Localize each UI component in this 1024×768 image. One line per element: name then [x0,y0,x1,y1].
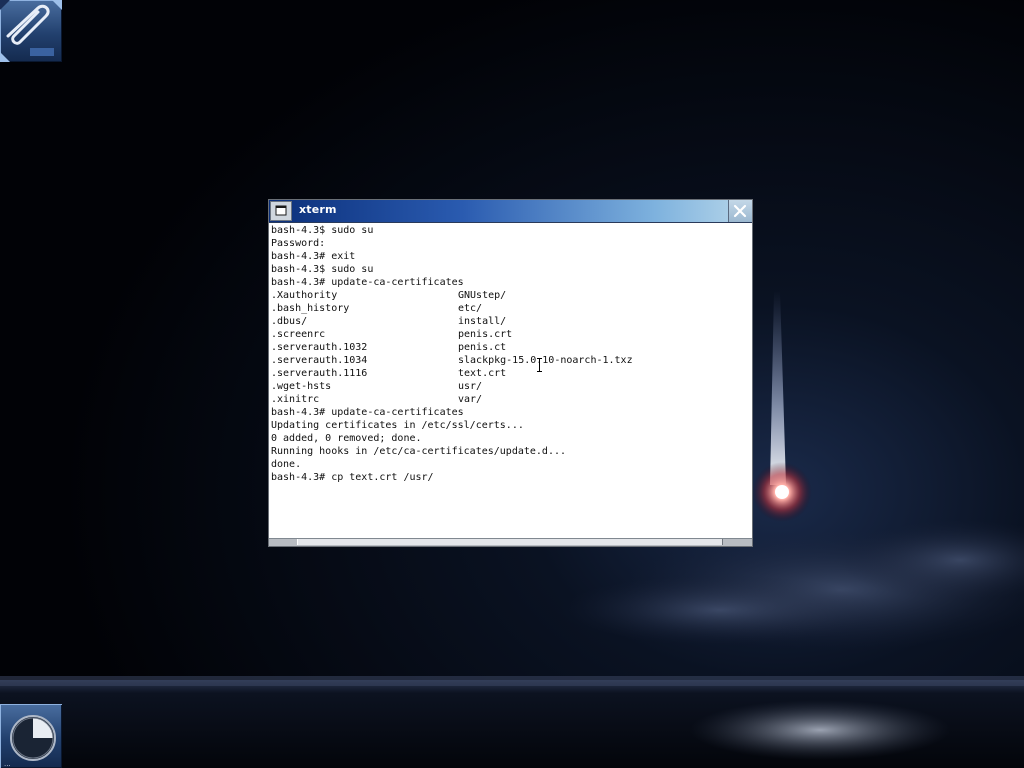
listing-entry: .serverauth.1032 [271,342,368,353]
xterm-window[interactable]: xterm bash-4.3$ sudo su Password: bash-4… [268,199,753,547]
terminal-line: Running hooks in /etc/ca-certificates/up… [271,446,567,457]
listing-entry: .dbus/ [271,316,308,327]
listing-entry: .serverauth.1116 [271,368,368,379]
terminal-line: bash-4.3# exit [271,251,356,262]
terminal-line: 0 added, 0 removed; done. [271,433,422,444]
listing-entry: var/ [458,394,483,405]
mail-icon [0,0,62,62]
window-titlebar[interactable]: xterm [269,200,752,223]
close-icon [733,204,747,218]
terminal-line: bash-4.3$ sudo su [271,264,374,275]
terminal-output[interactable]: bash-4.3$ sudo su Password: bash-4.3# ex… [270,223,751,539]
clock-dock-tile[interactable]: ... [0,704,62,768]
mail-dock-tile[interactable] [0,0,62,62]
window-menu-button[interactable] [270,201,292,221]
listing-entry: slackpkg-15.0.10-noarch-1.txz [458,355,633,366]
scrollbar-thumb[interactable] [297,539,723,545]
desktop: ... xterm bash-4.3$ sudo su Password: ba… [0,0,1024,768]
listing-entry: .Xauthority [271,290,338,301]
clock-icon: ... [0,704,62,768]
listing-entry: .screenrc [271,329,326,340]
window-menu-icon [275,205,287,216]
listing-entry: etc/ [458,303,483,314]
listing-entry: .wget-hsts [271,381,332,392]
listing-entry: .xinitrc [271,394,320,405]
listing-entry: .bash_history [271,303,350,314]
listing-entry: GNUstep/ [458,290,507,301]
terminal-line: bash-4.3# update-ca-certificates [271,407,464,418]
listing-entry: .serverauth.1034 [271,355,368,366]
horizontal-scrollbar[interactable] [269,538,752,546]
terminal-line: bash-4.3$ sudo su [271,225,374,236]
listing-entry: penis.ct [458,342,507,353]
listing-entry: penis.crt [458,329,513,340]
terminal-line: bash-4.3# update-ca-certificates [271,277,464,288]
text-cursor-icon [537,358,542,372]
terminal-line: Password: [271,238,326,249]
window-title: xterm [299,203,337,216]
window-close-button[interactable] [728,200,752,222]
terminal-prompt-line: bash-4.3# cp text.crt /usr/ [271,472,434,483]
listing-entry: usr/ [458,381,483,392]
terminal-line: done. [271,459,302,470]
listing-entry: install/ [458,316,507,327]
terminal-line: Updating certificates in /etc/ssl/certs.… [271,420,524,431]
listing-entry: text.crt [458,368,507,379]
svg-text:...: ... [4,760,11,768]
